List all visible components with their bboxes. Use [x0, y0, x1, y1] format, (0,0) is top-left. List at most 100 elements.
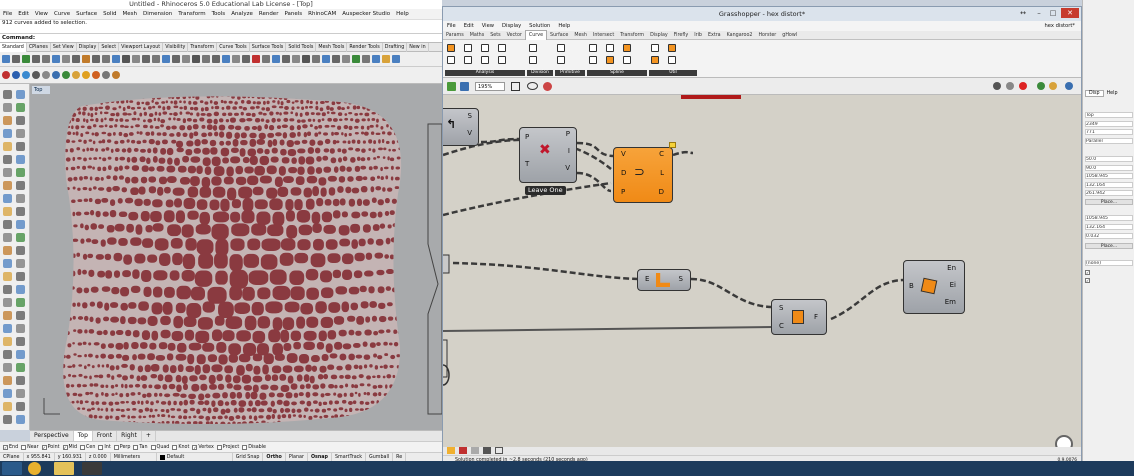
- gh-tab[interactable]: Curve: [524, 30, 548, 40]
- osnap-checkbox[interactable]: [172, 444, 178, 450]
- place-button[interactable]: Place...: [1085, 199, 1133, 205]
- osnap-checkbox[interactable]: [21, 444, 27, 450]
- chrome-taskbar-icon[interactable]: [28, 462, 41, 475]
- panel-tab-display[interactable]: Disp: [1085, 90, 1104, 97]
- standard-tool-icon[interactable]: [382, 55, 390, 63]
- standard-tool-icon[interactable]: [92, 55, 100, 63]
- gh-menu-item[interactable]: Edit: [460, 21, 478, 31]
- left-tool-icon[interactable]: [3, 285, 12, 294]
- rhino-menu-item[interactable]: Tools: [209, 9, 229, 20]
- render-tool-icon[interactable]: [72, 71, 80, 79]
- gh-maximize-button[interactable]: □: [1047, 8, 1059, 18]
- rhino-toolbar-tab[interactable]: Display: [77, 42, 100, 52]
- osnap-option[interactable]: Project: [216, 444, 239, 450]
- osnap-option[interactable]: ✓ Point: [41, 444, 60, 450]
- osnap-option[interactable]: ✓ End: [3, 444, 18, 450]
- osnap-checkbox[interactable]: [133, 444, 139, 450]
- left-tool-icon[interactable]: [16, 272, 25, 281]
- selected-orange-component[interactable]: V D P C L D ⊃: [613, 142, 676, 203]
- gh-tab[interactable]: Intersect: [590, 31, 617, 40]
- standard-tool-icon[interactable]: [2, 55, 10, 63]
- standard-tool-icon[interactable]: [142, 55, 150, 63]
- left-tool-icon[interactable]: [3, 233, 12, 242]
- rhino-toolbar-tab[interactable]: New in: [407, 42, 429, 52]
- extrude-component[interactable]: S C F: [771, 299, 827, 335]
- viewport-tab[interactable]: Perspective: [30, 431, 74, 441]
- preview-eye-icon[interactable]: [527, 82, 538, 90]
- panel-field[interactable]: 771: [1085, 129, 1133, 135]
- standard-tool-icon[interactable]: [112, 55, 120, 63]
- standard-tool-icon[interactable]: [212, 55, 220, 63]
- left-tool-icon[interactable]: [16, 363, 25, 372]
- gh-tab[interactable]: Transform: [617, 31, 647, 40]
- curve-tool-icon[interactable]: [557, 56, 565, 64]
- rhino-toolbar-tab[interactable]: Curve Tools: [217, 42, 250, 52]
- osnap-checkbox[interactable]: [216, 444, 222, 450]
- standard-tool-icon[interactable]: [62, 55, 70, 63]
- osnap-checkbox[interactable]: ✓: [41, 444, 47, 450]
- gh-expand-icon[interactable]: ↔: [1017, 8, 1029, 18]
- gh-tab[interactable]: Firefly: [671, 31, 691, 40]
- widget-icon-2[interactable]: [459, 447, 467, 454]
- left-tool-icon[interactable]: [16, 311, 25, 320]
- standard-tool-icon[interactable]: [192, 55, 200, 63]
- left-tool-icon[interactable]: [16, 324, 25, 333]
- standard-tool-icon[interactable]: [182, 55, 190, 63]
- gh-tab[interactable]: Extra: [705, 31, 724, 40]
- brep-edges-component[interactable]: B En Ei Em: [903, 260, 965, 314]
- widget-icon-3[interactable]: [471, 447, 479, 454]
- preview-shaded-icon[interactable]: [1019, 82, 1027, 90]
- rhino-taskbar-icon[interactable]: [82, 462, 102, 475]
- render-tool-icon[interactable]: [62, 71, 70, 79]
- render-tool-icon[interactable]: [92, 71, 100, 79]
- left-tool-icon[interactable]: [16, 298, 25, 307]
- rhino-menu-item[interactable]: Transform: [175, 9, 208, 20]
- left-tool-icon[interactable]: [3, 389, 12, 398]
- gh-tab[interactable]: Surface: [547, 31, 571, 40]
- viewport-tab[interactable]: Top: [73, 431, 93, 441]
- curve-tool-icon[interactable]: [464, 56, 472, 64]
- osnap-option[interactable]: Int: [98, 444, 111, 450]
- standard-tool-icon[interactable]: [22, 55, 30, 63]
- standard-tool-icon[interactable]: [122, 55, 130, 63]
- left-tool-icon[interactable]: [3, 90, 12, 99]
- left-tool-icon[interactable]: [3, 376, 12, 385]
- panel-field[interactable]: Top: [1085, 112, 1133, 118]
- osnap-checkbox[interactable]: ✓: [3, 444, 8, 450]
- osnap-option[interactable]: Quad: [150, 444, 169, 450]
- render-tool-icon[interactable]: [52, 71, 60, 79]
- left-tool-icon[interactable]: [3, 246, 12, 255]
- standard-tool-icon[interactable]: [352, 55, 360, 63]
- left-tool-icon[interactable]: [16, 350, 25, 359]
- left-tool-icon[interactable]: [3, 194, 12, 203]
- osnap-option[interactable]: Cen: [80, 444, 95, 450]
- left-tool-icon[interactable]: [3, 103, 12, 112]
- gh-tab[interactable]: Mesh: [571, 31, 590, 40]
- rhino-menu-item[interactable]: Edit: [15, 9, 32, 20]
- curve-tool-icon[interactable]: [623, 56, 631, 64]
- gh-tab[interactable]: Horster: [755, 31, 779, 40]
- curve-tool-icon[interactable]: [498, 44, 506, 52]
- panel-checkbox-2[interactable]: ✓: [1085, 278, 1090, 283]
- osnap-checkbox[interactable]: [150, 444, 156, 450]
- osnap-option[interactable]: Near: [21, 444, 39, 450]
- place-button[interactable]: Place...: [1085, 243, 1133, 249]
- standard-tool-icon[interactable]: [282, 55, 290, 63]
- curve-tool-icon[interactable]: [447, 44, 455, 52]
- gh-close-button[interactable]: ✕: [1061, 8, 1079, 18]
- bake-icon[interactable]: [543, 82, 552, 91]
- standard-tool-icon[interactable]: [152, 55, 160, 63]
- osnap-option[interactable]: Disable: [242, 444, 266, 450]
- rhino-menu-item[interactable]: Surface: [73, 9, 100, 20]
- rhino-toolbar-tab[interactable]: Standard: [0, 42, 27, 52]
- osnap-option[interactable]: Perp: [113, 444, 130, 450]
- standard-tool-icon[interactable]: [102, 55, 110, 63]
- gh-menu-item[interactable]: Help: [554, 21, 574, 31]
- rhino-menu-item[interactable]: Render: [256, 9, 282, 20]
- osnap-option[interactable]: ✓ Mid: [62, 444, 77, 450]
- widget-icon-4[interactable]: [483, 447, 491, 454]
- left-tool-icon[interactable]: [16, 181, 25, 190]
- render-tool-icon[interactable]: [42, 71, 50, 79]
- curve-tool-icon[interactable]: [623, 44, 631, 52]
- add-viewport-tab[interactable]: +: [142, 431, 156, 441]
